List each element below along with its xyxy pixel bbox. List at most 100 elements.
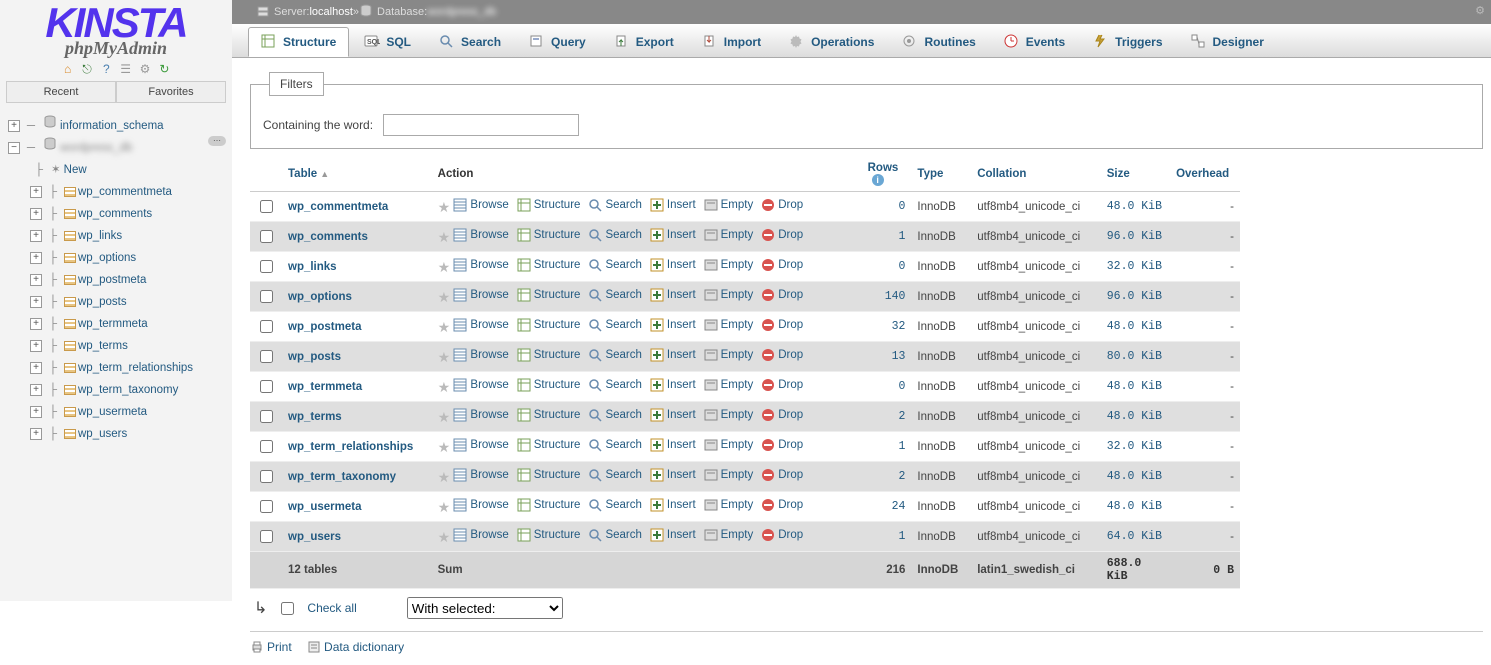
table-name-link[interactable]: wp_terms (288, 411, 342, 423)
tree-table-label[interactable]: wp_term_taxonomy (78, 379, 178, 401)
action-browse[interactable]: Browse (453, 408, 508, 422)
action-browse[interactable]: Browse (453, 318, 508, 332)
action-structure[interactable]: Structure (517, 318, 581, 332)
navsettings-icon[interactable]: ☰ (119, 62, 133, 76)
action-drop[interactable]: Drop (761, 228, 803, 242)
favorite-star-icon[interactable]: ★ (438, 469, 451, 485)
action-drop[interactable]: Drop (761, 468, 803, 482)
action-search[interactable]: Search (588, 468, 641, 482)
tree-expand-icon[interactable]: + (8, 120, 20, 132)
tab-events[interactable]: Events (991, 27, 1078, 57)
col-type[interactable]: Type (917, 168, 943, 180)
tab-search[interactable]: Search (426, 27, 514, 57)
tree-table-label[interactable]: wp_term_relationships (78, 357, 193, 379)
tree-expand-icon[interactable]: + (30, 230, 42, 242)
action-structure[interactable]: Structure (517, 198, 581, 212)
action-browse[interactable]: Browse (453, 528, 508, 542)
tab-designer[interactable]: Designer (1178, 27, 1277, 57)
favorite-star-icon[interactable]: ★ (438, 199, 451, 215)
tree-table-item[interactable]: +├wp_options (8, 247, 232, 269)
tree-table-label[interactable]: wp_options (78, 247, 136, 269)
checkall-checkbox[interactable] (281, 602, 294, 615)
col-overhead[interactable]: Overhead (1176, 168, 1229, 180)
table-name-link[interactable]: wp_termmeta (288, 381, 362, 393)
docs-icon[interactable]: ? (99, 62, 113, 76)
bc-server-link[interactable]: localhost (309, 6, 352, 18)
tree-table-item[interactable]: +├wp_term_taxonomy (8, 379, 232, 401)
action-structure[interactable]: Structure (517, 528, 581, 542)
tab-sql[interactable]: SQL (351, 27, 424, 57)
tree-expand-icon[interactable]: + (30, 384, 42, 396)
info-icon[interactable]: i (872, 174, 884, 186)
tab-triggers[interactable]: Triggers (1080, 27, 1175, 57)
action-drop[interactable]: Drop (761, 528, 803, 542)
action-search[interactable]: Search (588, 408, 641, 422)
action-insert[interactable]: Insert (650, 228, 696, 242)
row-checkbox[interactable] (260, 230, 273, 243)
action-empty[interactable]: Empty (704, 318, 754, 332)
tree-new-table[interactable]: ├ ✶ New (8, 159, 232, 181)
nav-collapse-handle[interactable]: ⋯ (208, 136, 226, 146)
print-link[interactable]: Print (250, 640, 292, 654)
action-search[interactable]: Search (588, 288, 641, 302)
action-browse[interactable]: Browse (453, 198, 508, 212)
action-insert[interactable]: Insert (650, 198, 696, 212)
favorites-tab[interactable]: Favorites (116, 81, 226, 103)
action-drop[interactable]: Drop (761, 258, 803, 272)
table-name-link[interactable]: wp_postmeta (288, 321, 362, 333)
action-insert[interactable]: Insert (650, 438, 696, 452)
action-insert[interactable]: Insert (650, 348, 696, 362)
action-search[interactable]: Search (588, 438, 641, 452)
action-empty[interactable]: Empty (704, 408, 754, 422)
tree-table-item[interactable]: +├wp_usermeta (8, 401, 232, 423)
reload-icon[interactable]: ↻ (157, 62, 171, 76)
tab-import[interactable]: Import (689, 27, 774, 57)
col-collation[interactable]: Collation (977, 168, 1026, 180)
tree-expand-icon[interactable]: + (30, 340, 42, 352)
action-structure[interactable]: Structure (517, 498, 581, 512)
action-search[interactable]: Search (588, 498, 641, 512)
tree-table-item[interactable]: +├wp_termmeta (8, 313, 232, 335)
checkall-label[interactable]: Check all (307, 601, 356, 615)
col-size[interactable]: Size (1107, 168, 1130, 180)
table-name-link[interactable]: wp_usermeta (288, 501, 362, 513)
action-insert[interactable]: Insert (650, 528, 696, 542)
tree-table-item[interactable]: +├wp_comments (8, 203, 232, 225)
favorite-star-icon[interactable]: ★ (438, 289, 451, 305)
action-browse[interactable]: Browse (453, 438, 508, 452)
table-name-link[interactable]: wp_term_taxonomy (288, 471, 396, 483)
tree-table-label[interactable]: wp_usermeta (78, 401, 147, 423)
action-browse[interactable]: Browse (453, 348, 508, 362)
table-name-link[interactable]: wp_users (288, 531, 341, 543)
row-checkbox[interactable] (260, 200, 273, 213)
table-name-link[interactable]: wp_links (288, 261, 337, 273)
action-empty[interactable]: Empty (704, 198, 754, 212)
home-icon[interactable]: ⌂ (61, 62, 75, 76)
action-insert[interactable]: Insert (650, 468, 696, 482)
tree-table-item[interactable]: +├wp_term_relationships (8, 357, 232, 379)
favorite-star-icon[interactable]: ★ (438, 229, 451, 245)
action-structure[interactable]: Structure (517, 288, 581, 302)
action-empty[interactable]: Empty (704, 528, 754, 542)
favorite-star-icon[interactable]: ★ (438, 349, 451, 365)
tree-expand-icon[interactable]: + (30, 208, 42, 220)
tree-db-info-schema[interactable]: + ─ information_schema (8, 115, 232, 137)
action-insert[interactable]: Insert (650, 258, 696, 272)
action-insert[interactable]: Insert (650, 318, 696, 332)
action-structure[interactable]: Structure (517, 258, 581, 272)
tree-table-item[interactable]: +├wp_posts (8, 291, 232, 313)
action-drop[interactable]: Drop (761, 318, 803, 332)
col-table[interactable]: Table (288, 168, 317, 180)
action-drop[interactable]: Drop (761, 408, 803, 422)
bc-db-link[interactable]: wordpress_db (427, 6, 496, 18)
tree-new-label[interactable]: New (64, 159, 87, 181)
tree-table-label[interactable]: wp_posts (78, 291, 127, 313)
action-structure[interactable]: Structure (517, 468, 581, 482)
action-browse[interactable]: Browse (453, 468, 508, 482)
tree-table-item[interactable]: +├wp_postmeta (8, 269, 232, 291)
tree-table-label[interactable]: wp_termmeta (78, 313, 148, 335)
action-empty[interactable]: Empty (704, 468, 754, 482)
table-name-link[interactable]: wp_posts (288, 351, 341, 363)
tab-operations[interactable]: Operations (776, 27, 887, 57)
action-browse[interactable]: Browse (453, 228, 508, 242)
